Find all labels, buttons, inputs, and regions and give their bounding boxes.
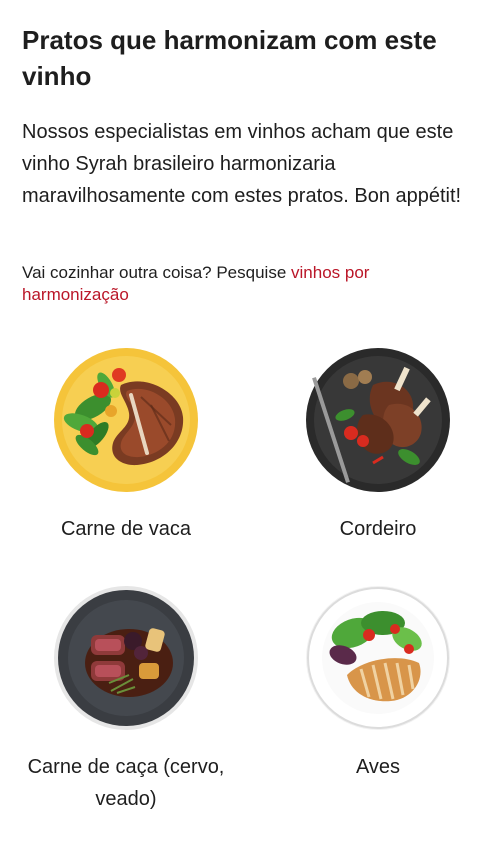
steak-plate-image (54, 348, 198, 492)
food-pairing-section: Pratos que harmonizam com este vinho Nos… (0, 0, 500, 841)
dish-label-game: Carne de caça (cervo, veado) (27, 756, 225, 810)
dish-card-poultry[interactable]: Aves (268, 583, 488, 783)
dish-card-game[interactable]: Carne de caça (cervo, veado) (16, 583, 236, 815)
section-title: Pratos que harmonizam com este vinho (22, 25, 437, 91)
venison-plate-image (54, 586, 198, 730)
search-prompt-text: Vai cozinhar outra coisa? Pesquise (22, 263, 292, 282)
chicken-salad-plate-image (306, 586, 450, 730)
section-intro: Nossos especialistas em vinhos acham que… (22, 121, 462, 207)
dish-card-lamb[interactable]: Cordeiro (268, 345, 488, 545)
lamb-chops-plate-image (306, 348, 450, 492)
dish-card-beef[interactable]: Carne de vaca (16, 345, 236, 545)
search-prompt: Vai cozinhar outra coisa? Pesquise vinho… (22, 262, 478, 306)
dish-label-beef: Carne de vaca (60, 518, 192, 540)
dish-label-poultry: Aves (355, 756, 401, 778)
dish-label-lamb: Cordeiro (339, 518, 417, 540)
